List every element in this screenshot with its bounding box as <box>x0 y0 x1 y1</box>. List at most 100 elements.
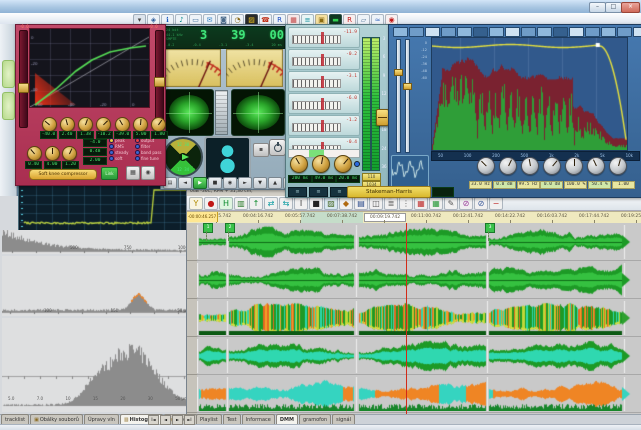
tab-obálky-souborů[interactable]: ▣Obálky souborů <box>30 414 83 424</box>
knob[interactable] <box>60 117 75 132</box>
ruler-label[interactable]: 00:11:00.742 <box>406 214 446 219</box>
ruler-label[interactable]: 00:12:41.742 <box>448 214 488 219</box>
ruler-label[interactable]: 00:16:03.742 <box>532 214 572 219</box>
panel-icon[interactable]: ◫ <box>369 197 383 210</box>
knob[interactable] <box>334 155 352 173</box>
eq-toolbar-button[interactable] <box>409 27 424 37</box>
track-2-waveform-canvas[interactable] <box>197 263 641 297</box>
grid-icon[interactable]: ■ <box>309 197 323 210</box>
knob[interactable] <box>312 155 330 173</box>
eq-fader-track-2[interactable] <box>405 39 410 153</box>
rack-module[interactable]: -6.0 <box>288 93 360 114</box>
tab-playlist[interactable]: Playlist <box>196 414 222 424</box>
eq-toolbar-button[interactable] <box>601 27 616 37</box>
track-3-spectral-canvas[interactable] <box>197 301 641 335</box>
tab-signál[interactable]: signál <box>332 414 355 424</box>
window-titlebar[interactable]: – □ × <box>0 0 641 14</box>
knob[interactable] <box>62 146 77 161</box>
knob[interactable] <box>151 117 166 132</box>
knob[interactable] <box>27 146 42 161</box>
tab-dmm[interactable]: DMM <box>276 414 298 424</box>
ruler-label[interactable]: 00:09:19.742 <box>364 213 406 222</box>
rack-module[interactable]: -11.9 <box>288 27 360 48</box>
knob[interactable] <box>477 157 495 175</box>
playhead-cursor[interactable] <box>406 223 407 415</box>
track-4-waveform-canvas[interactable] <box>197 339 641 373</box>
chart-icon[interactable]: ▥ <box>234 197 248 210</box>
link-button[interactable]: Link <box>101 167 118 180</box>
ruler-label[interactable]: 00:17:44.742 <box>574 214 614 219</box>
knob[interactable] <box>521 157 539 175</box>
power-button[interactable]: ◉ <box>141 166 155 180</box>
nav-button[interactable]: ►I <box>184 415 195 425</box>
transport-button[interactable]: ◉ <box>223 177 237 189</box>
palette-item[interactable] <box>2 92 15 120</box>
eq-toolbar-button[interactable] <box>489 27 504 37</box>
palette-item[interactable] <box>2 60 15 88</box>
option-button[interactable]: ▪ <box>253 143 269 157</box>
tab-tracklist[interactable]: tracklist <box>1 414 29 424</box>
track-area[interactable]: 123 <box>197 223 641 415</box>
close-button[interactable]: × <box>621 2 640 13</box>
nav-button[interactable]: ► <box>172 415 183 425</box>
knob[interactable] <box>115 117 130 132</box>
eq-toolbar-button[interactable] <box>521 27 536 37</box>
sync-icon[interactable]: ⇆ <box>279 197 293 210</box>
knob[interactable] <box>565 157 583 175</box>
eq-toolbar-button[interactable] <box>457 27 472 37</box>
transport-button[interactable]: ▼ <box>253 177 267 189</box>
matrix-red-icon[interactable]: ▦ <box>414 197 428 210</box>
eq-toolbar-button[interactable] <box>473 27 488 37</box>
settings-button[interactable]: ▦ <box>126 166 140 180</box>
eq-toolbar-button[interactable] <box>553 27 568 37</box>
cursor-icon[interactable]: I <box>294 197 308 210</box>
eq-toolbar-button[interactable] <box>537 27 552 37</box>
track-1-waveform-canvas[interactable] <box>197 225 641 259</box>
eq-toolbar-button[interactable] <box>585 27 600 37</box>
eq-fader-handle-1[interactable] <box>394 69 403 76</box>
tab-gramofon[interactable]: gramofon <box>299 414 331 424</box>
knob[interactable] <box>587 157 605 175</box>
knob[interactable] <box>609 157 627 175</box>
solo-icon[interactable]: ⊘ <box>474 197 488 210</box>
power-button[interactable] <box>269 139 286 156</box>
marker-flag[interactable]: 3 <box>485 223 495 233</box>
tab-test[interactable]: Test <box>223 414 241 424</box>
transport-button[interactable]: ► <box>238 177 252 189</box>
dots-icon[interactable]: ⋮ <box>399 197 413 210</box>
option-soft[interactable]: soft <box>109 155 128 161</box>
nav-button[interactable]: I◄ <box>148 415 159 425</box>
knob[interactable] <box>290 155 308 173</box>
eq-toolbar-button[interactable] <box>505 27 520 37</box>
eq-toolbar-button[interactable] <box>617 27 632 37</box>
rack-module[interactable]: -0.2 <box>288 49 360 70</box>
knob[interactable] <box>78 117 93 132</box>
preset-banner[interactable]: Soft knee compressor <box>29 169 97 180</box>
ruler-label[interactable]: 00:05:57.742 <box>280 214 320 219</box>
ruler-label[interactable]: 00:19:25.742 <box>616 214 641 219</box>
mini-button[interactable]: ≡ <box>309 187 328 197</box>
marker-flag[interactable]: 2 <box>225 223 235 233</box>
tab-úpravy-vln[interactable]: Úpravy vln <box>84 414 119 424</box>
ruler-label[interactable]: 00:04:16.742 <box>238 214 278 219</box>
input-fader-handle[interactable] <box>18 83 29 93</box>
transport-button[interactable]: ▲ <box>268 177 282 189</box>
y-tool-icon[interactable]: Y <box>189 197 203 210</box>
eq-toolbar-button[interactable] <box>633 27 641 37</box>
pencil-icon[interactable]: ✎ <box>444 197 458 210</box>
nav-button[interactable]: ◄ <box>160 415 171 425</box>
output-fader-handle[interactable] <box>154 77 165 87</box>
spectrum-analyzer-canvas[interactable] <box>431 37 628 151</box>
option-steady[interactable]: steady <box>109 149 128 155</box>
object-icon[interactable]: ◆ <box>339 197 353 210</box>
transport-button[interactable]: ◄ <box>178 177 192 189</box>
minus-icon[interactable]: − <box>489 197 503 210</box>
knob[interactable] <box>45 146 60 161</box>
preset-title-label[interactable]: Stakeman-Harris <box>347 186 431 198</box>
maximize-button[interactable]: □ <box>605 2 622 13</box>
eq-fader-handle-2[interactable] <box>403 83 412 90</box>
knob[interactable] <box>42 117 57 132</box>
mute-icon[interactable]: ⊘ <box>459 197 473 210</box>
track-5-spectral-canvas[interactable] <box>197 377 641 411</box>
eq-toolbar-button[interactable] <box>569 27 584 37</box>
